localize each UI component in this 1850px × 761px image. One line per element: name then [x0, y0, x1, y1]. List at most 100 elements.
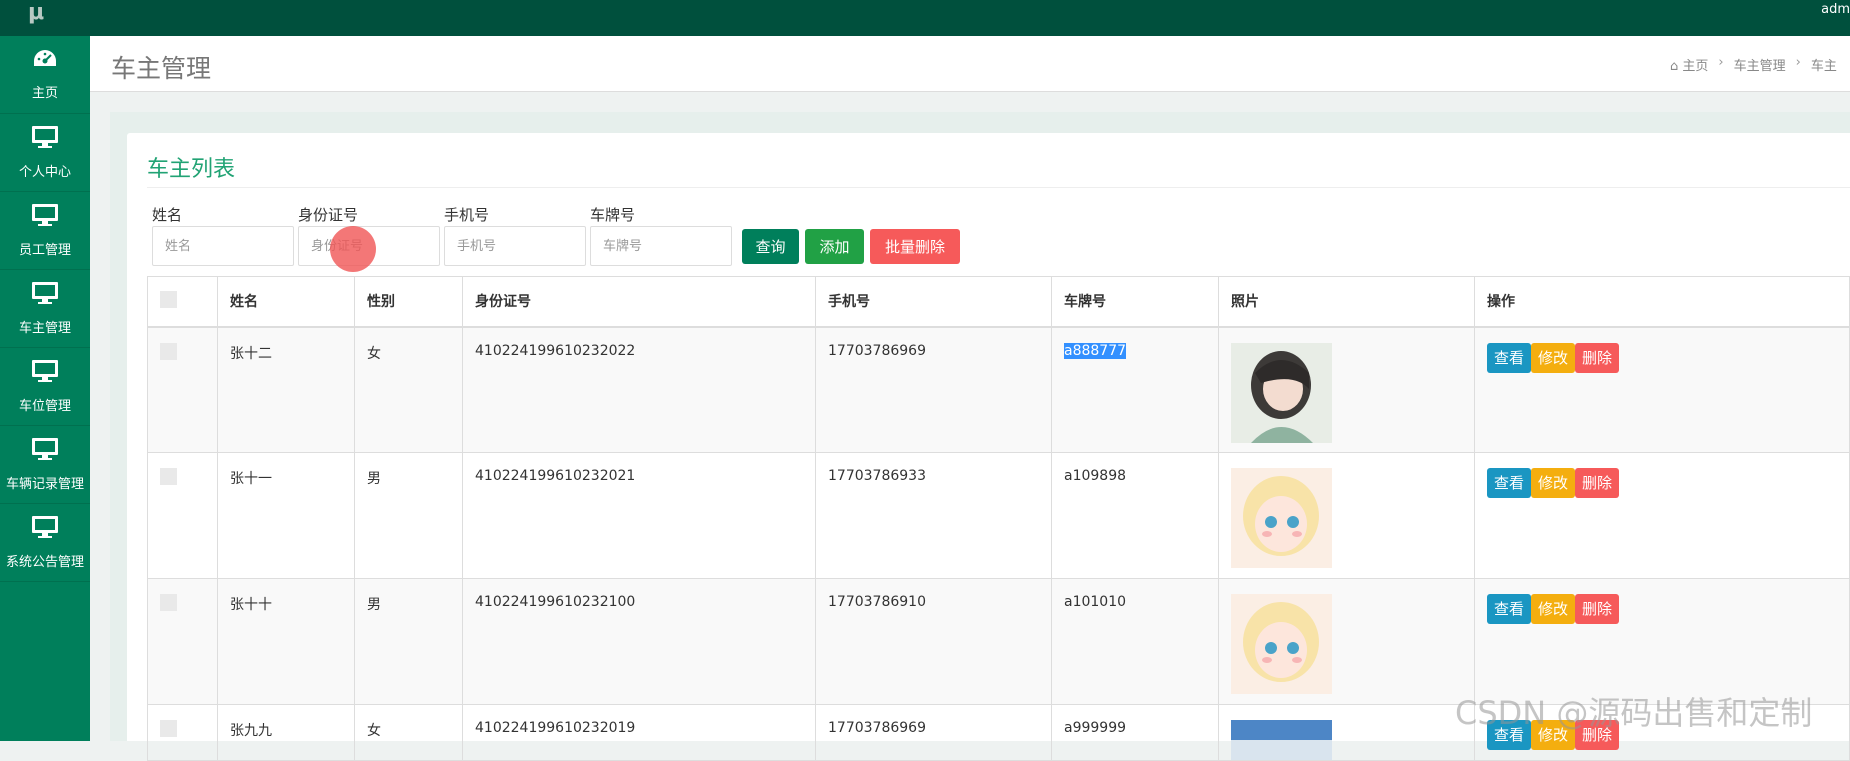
- cell-gender: 男: [354, 578, 463, 705]
- sidebar-item-owners[interactable]: 车主管理: [0, 270, 90, 348]
- watermark: CSDN @源码出售和定制: [1455, 694, 1813, 732]
- breadcrumb-crumb[interactable]: 车主管理: [1734, 55, 1786, 74]
- search-plate-label: 车牌号: [590, 206, 636, 224]
- batch-delete-button[interactable]: 批量删除: [870, 229, 960, 264]
- dashboard-icon: [32, 48, 58, 74]
- view-button[interactable]: 查看: [1487, 342, 1532, 373]
- top-bar: μ adm: [0, 0, 1850, 36]
- col-photo: 照片: [1218, 276, 1475, 328]
- monitor-icon: [31, 359, 59, 387]
- row-select-cell: [147, 578, 218, 705]
- sidebar-item-label: 车辆记录管理: [5, 477, 84, 492]
- row-select-cell: [147, 452, 218, 579]
- search-plate-field: 车牌号: [590, 204, 732, 266]
- select-all-checkbox[interactable]: [160, 290, 177, 308]
- row-checkbox[interactable]: [160, 468, 177, 485]
- cell-name: 张十一: [217, 452, 355, 579]
- select-all-cell: [147, 276, 218, 328]
- row-checkbox[interactable]: [160, 720, 177, 737]
- cell-phone: 17703786969: [815, 704, 1052, 761]
- cell-actions: 查看 修改 删除: [1474, 326, 1850, 453]
- breadcrumb-home-label: 主页: [1682, 59, 1709, 74]
- search-phone-input[interactable]: [444, 226, 586, 266]
- page-header: 车主管理 ⌂ 主页 › 车主管理 › 车主: [90, 36, 1850, 92]
- edit-button[interactable]: 修改: [1531, 468, 1576, 498]
- cell-plate: a101010: [1051, 578, 1219, 705]
- search-name-label: 姓名: [152, 206, 183, 224]
- owner-list-card: 车主列表 姓名 身份证号 手机号 车牌号 查询 添加 批量删除 姓名: [127, 133, 1850, 761]
- col-actions: 操作: [1474, 276, 1850, 328]
- chevron-right-icon: ›: [1795, 55, 1801, 70]
- cell-idcard: 410224199610232022: [462, 326, 816, 453]
- divider: [147, 187, 1850, 188]
- cell-idcard: 410224199610232019: [462, 704, 816, 761]
- owner-photo: [1231, 468, 1332, 568]
- breadcrumb-home[interactable]: ⌂ 主页: [1670, 55, 1708, 74]
- monitor-icon: [31, 203, 59, 231]
- search-idcard-label: 身份证号: [298, 206, 359, 224]
- cell-phone: 17703786969: [815, 326, 1052, 453]
- sidebar-item-label: 车位管理: [18, 399, 71, 414]
- cell-phone: 17703786933: [815, 452, 1052, 579]
- sidebar-item-staff[interactable]: 员工管理: [0, 192, 90, 270]
- sidebar-item-parking[interactable]: 车位管理: [0, 348, 90, 426]
- delete-button[interactable]: 删除: [1575, 342, 1620, 373]
- cell-plate: a888777: [1051, 326, 1219, 453]
- monitor-icon: [31, 125, 59, 153]
- table-header-row: 姓名 性别 身份证号 手机号 车牌号 照片 操作: [147, 276, 1850, 328]
- owner-photo: [1231, 720, 1332, 760]
- cell-photo: [1218, 704, 1475, 761]
- main-content: 车主列表 姓名 身份证号 手机号 车牌号 查询 添加 批量删除 姓名: [110, 112, 1850, 761]
- add-button[interactable]: 添加: [805, 229, 864, 264]
- edit-button[interactable]: 修改: [1531, 594, 1576, 624]
- monitor-icon: [31, 437, 59, 465]
- sidebar-item-label: 员工管理: [18, 243, 71, 258]
- cell-plate: a109898: [1051, 452, 1219, 579]
- cell-name: 张十二: [217, 326, 355, 453]
- owner-photo: [1231, 594, 1332, 694]
- cell-gender: 男: [354, 452, 463, 579]
- cell-actions: 查看 修改 删除: [1474, 452, 1850, 579]
- monitor-icon: [31, 281, 59, 309]
- card-title: 车主列表: [147, 157, 236, 182]
- search-name-input[interactable]: [152, 226, 294, 266]
- cell-actions: 查看 修改 删除: [1474, 578, 1850, 705]
- chevron-right-icon: ›: [1718, 55, 1724, 70]
- view-button[interactable]: 查看: [1487, 594, 1532, 624]
- view-button[interactable]: 查看: [1487, 468, 1532, 498]
- selected-plate-text: a888777: [1064, 342, 1127, 359]
- cell-gender: 女: [354, 704, 463, 761]
- sidebar-item-label: 系统公告管理: [5, 555, 84, 570]
- sidebar-item-label: 个人中心: [18, 165, 71, 180]
- row-checkbox[interactable]: [160, 594, 177, 611]
- search-plate-input[interactable]: [590, 226, 732, 266]
- cell-idcard: 410224199610232100: [462, 578, 816, 705]
- delete-button[interactable]: 删除: [1575, 468, 1620, 498]
- cell-plate: a999999: [1051, 704, 1219, 761]
- cell-photo: [1218, 452, 1475, 579]
- sidebar-item-label: 车主管理: [18, 321, 71, 336]
- search-name-field: 姓名: [152, 204, 294, 266]
- row-select-cell: [147, 704, 218, 761]
- sidebar-item-home[interactable]: 主页: [0, 36, 90, 114]
- row-checkbox[interactable]: [160, 342, 177, 360]
- search-button[interactable]: 查询: [742, 229, 799, 264]
- user-menu[interactable]: adm: [1821, 2, 1850, 17]
- row-select-cell: [147, 326, 218, 453]
- sidebar-item-announcements[interactable]: 系统公告管理: [0, 504, 90, 582]
- cell-phone: 17703786910: [815, 578, 1052, 705]
- breadcrumb-current: 车主: [1810, 59, 1837, 74]
- sidebar-item-profile[interactable]: 个人中心: [0, 114, 90, 192]
- col-phone: 手机号: [815, 276, 1052, 328]
- sidebar-item-label: 主页: [31, 86, 58, 101]
- sidebar-item-vehicle-records[interactable]: 车辆记录管理: [0, 426, 90, 504]
- delete-button[interactable]: 删除: [1575, 594, 1620, 624]
- edit-button[interactable]: 修改: [1531, 342, 1576, 373]
- app-logo: μ: [28, 0, 45, 25]
- page-title: 车主管理: [111, 54, 212, 83]
- col-name: 姓名: [217, 276, 355, 328]
- cell-idcard: 410224199610232021: [462, 452, 816, 579]
- table-row: 张十一 男 410224199610232021 17703786933 a10…: [147, 452, 1850, 579]
- col-plate: 车牌号: [1051, 276, 1219, 328]
- search-phone-field: 手机号: [444, 204, 586, 266]
